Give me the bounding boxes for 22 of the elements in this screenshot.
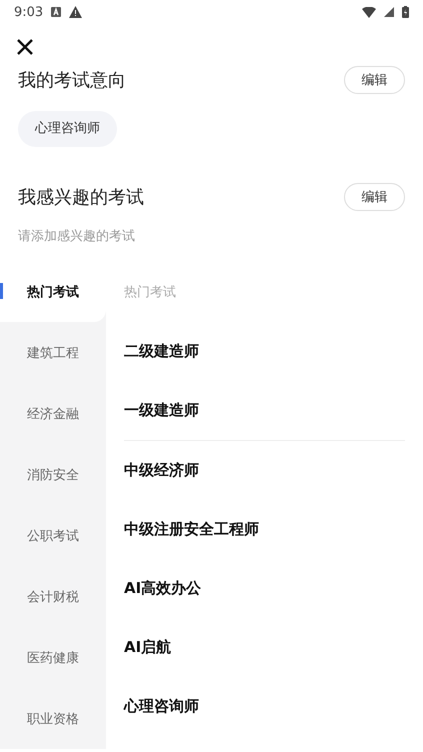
signal-icon (384, 7, 394, 17)
warning-icon (69, 6, 82, 18)
category-tab[interactable]: 热门考试 (0, 261, 106, 322)
status-time: 9:03 (14, 4, 44, 20)
section-title: 我感兴趣的考试 (18, 186, 144, 209)
edit-button[interactable]: 编辑 (344, 183, 405, 211)
exam-item[interactable]: AI启航 (124, 618, 405, 677)
exam-item[interactable]: 中级注册安全工程师 (124, 500, 405, 559)
notification-icon (51, 7, 62, 17)
exam-item[interactable]: 心理咨询师 (124, 677, 405, 736)
exam-item[interactable]: 中级经济师 (124, 441, 405, 500)
exam-chip[interactable]: 心理咨询师 (18, 111, 117, 147)
edit-button[interactable]: 编辑 (344, 66, 405, 94)
exam-item[interactable]: 二级建造师 (124, 322, 405, 381)
list-heading: 热门考试 (124, 284, 177, 302)
section-title: 我的考试意向 (18, 69, 126, 92)
close-icon[interactable] (16, 38, 34, 56)
exam-item[interactable]: AI高效办公 (124, 559, 405, 618)
wifi-icon (362, 6, 376, 18)
exam-item[interactable]: 一级建造师 (124, 381, 405, 441)
empty-hint: 请添加感兴趣的考试 (18, 228, 136, 245)
battery-icon (402, 6, 409, 18)
